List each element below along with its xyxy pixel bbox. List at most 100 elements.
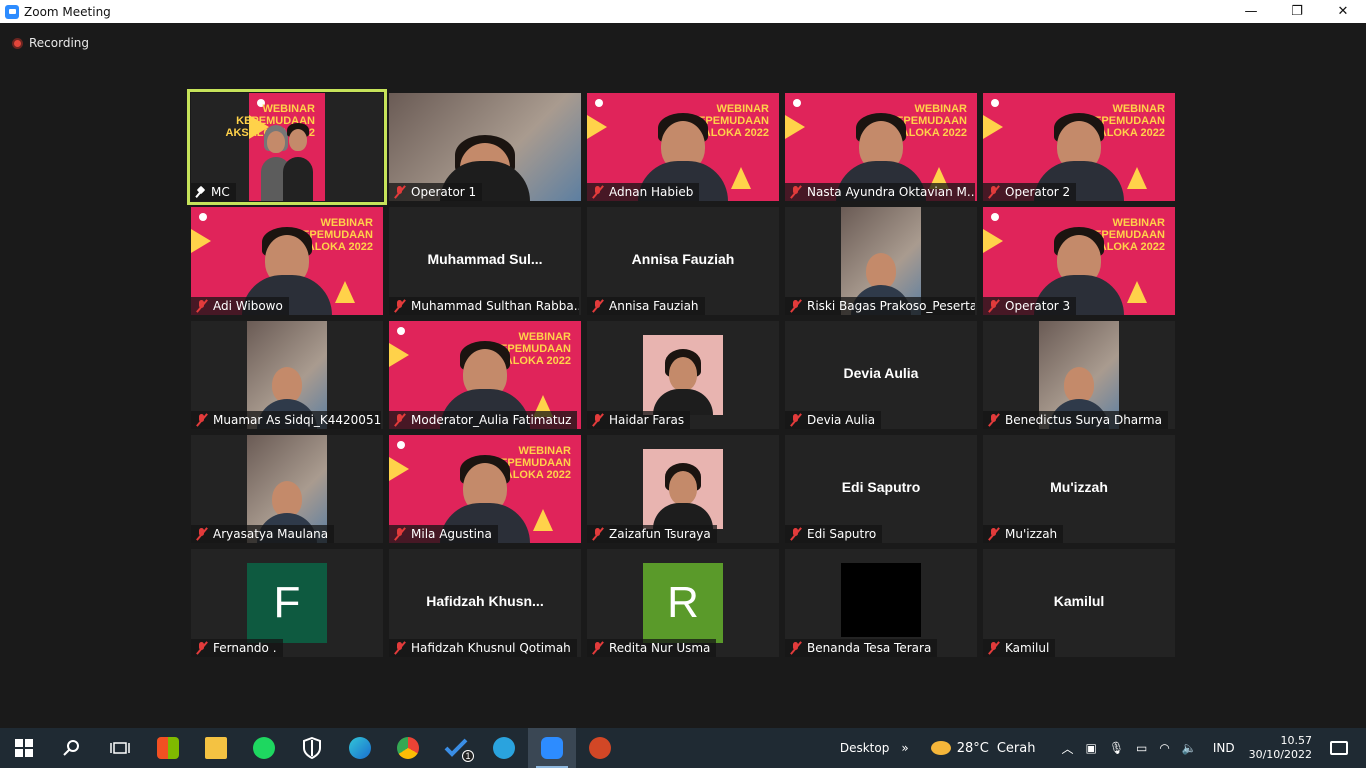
search-button[interactable]	[48, 728, 96, 768]
taskbar-todo[interactable]: 1	[432, 728, 480, 768]
participant-tile[interactable]: Annisa Fauziah Annisa Fauziah	[587, 207, 779, 315]
language-indicator[interactable]: IND	[1213, 741, 1235, 755]
participant-tile[interactable]: Muamar As Sidqi_K4420051	[191, 321, 383, 429]
participant-tile[interactable]: Haidar Faras	[587, 321, 779, 429]
muted-mic-icon	[789, 641, 803, 655]
wifi-icon[interactable]: ◠	[1159, 741, 1169, 755]
taskbar-powerpoint[interactable]	[576, 728, 624, 768]
muted-mic-icon	[393, 413, 407, 427]
profile-photo	[643, 335, 723, 415]
participant-display-name: Hafidzah Khusn...	[426, 593, 544, 609]
taskbar-edge[interactable]	[336, 728, 384, 768]
participant-tile[interactable]: Benedictus Surya Dharma	[983, 321, 1175, 429]
clock[interactable]: 10.57 30/10/2022	[1249, 734, 1312, 762]
participant-name-tag: Nasta Ayundra Oktavian M...	[785, 183, 975, 201]
participant-tile[interactable]: Hafidzah Khusn... Hafidzah Khusnul Qotima…	[389, 549, 581, 657]
participant-tile[interactable]: WEBINAR KEPEMUDAAN AKSALOKA 2022 Nasta Ay…	[785, 93, 977, 201]
muted-mic-icon	[987, 299, 1001, 313]
participant-name: Adnan Habieb	[609, 185, 694, 199]
taskbar-chrome[interactable]	[384, 728, 432, 768]
notification-icon[interactable]	[1330, 741, 1348, 755]
participant-tile[interactable]: Riski Bagas Prakoso_Peserta	[785, 207, 977, 315]
muted-mic-icon	[195, 527, 209, 541]
muted-mic-icon	[591, 641, 605, 655]
participant-name-tag: Benedictus Surya Dharma	[983, 411, 1168, 429]
participant-tile[interactable]: Edi Saputro Edi Saputro	[785, 435, 977, 543]
taskbar-telegram[interactable]	[480, 728, 528, 768]
participant-name: Hafidzah Khusnul Qotimah	[411, 641, 571, 655]
participant-display-name: Muhammad Sul...	[427, 251, 543, 267]
participant-tile[interactable]: Devia Aulia Devia Aulia	[785, 321, 977, 429]
participant-tile[interactable]: WEBINAR KEPEMUDAAN AKSALOKA 2022 Operator…	[983, 93, 1175, 201]
participant-name: Operator 3	[1005, 299, 1071, 313]
microphone-icon[interactable]: 🎙	[1109, 741, 1124, 755]
start-button[interactable]	[0, 728, 48, 768]
telegram-icon	[493, 737, 515, 759]
participant-name-tag: Operator 3	[983, 297, 1077, 315]
taskbar-spotify[interactable]	[240, 728, 288, 768]
weather-widget[interactable]: 28°C Cerah	[930, 740, 1036, 756]
taskbar-security[interactable]	[288, 728, 336, 768]
taskbar-store[interactable]	[144, 728, 192, 768]
task-view-icon	[110, 742, 130, 754]
participant-tile[interactable]: WEBINAR KEPEMUDAAN AKSALOKA 2022 Adnan Ha…	[587, 93, 779, 201]
participant-tile[interactable]: Muhammad Sul... Muhammad Sulthan Rabba...	[389, 207, 581, 315]
participant-name: Mu'izzah	[1005, 527, 1058, 541]
participant-tile[interactable]: Zaizafun Tsuraya	[587, 435, 779, 543]
participant-tile[interactable]: F Fernando .	[191, 549, 383, 657]
participant-tile[interactable]: WEBINAR KEPEMUDAAN AKSALOKA 2022 Mila Agu…	[389, 435, 581, 543]
desktop-toolbar[interactable]: Desktop	[840, 741, 890, 755]
participant-tile[interactable]: WEBINAR KEPEMUDAAN AKSALOKA 2022 Adi Wibo…	[191, 207, 383, 315]
camera-icon[interactable]: ▣	[1085, 741, 1096, 755]
muted-mic-icon	[987, 185, 1001, 199]
participant-name: Muhammad Sulthan Rabba...	[411, 299, 579, 313]
participant-name: Moderator_Aulia Fatimatuz	[411, 413, 572, 427]
participant-name-tag: Moderator_Aulia Fatimatuz	[389, 411, 578, 429]
taskbar-zoom[interactable]	[528, 728, 576, 768]
weather-desc: Cerah	[996, 740, 1036, 756]
maximize-button[interactable]: ❐	[1274, 0, 1320, 23]
participant-tile[interactable]: WEBINAR KEPEMUDAAN AKSALOKA 2022MC	[187, 89, 387, 205]
taskbar-file-explorer[interactable]	[192, 728, 240, 768]
zoom-app-icon	[5, 4, 19, 19]
battery-icon[interactable]: ▭	[1136, 741, 1147, 755]
chevron-right-icon[interactable]: »	[901, 741, 908, 755]
participant-name-tag: Mu'izzah	[983, 525, 1064, 543]
logo-icon	[595, 99, 603, 107]
participant-tile[interactable]: WEBINAR KEPEMUDAAN AKSALOKA 2022 Operator…	[983, 207, 1175, 315]
clock-date: 30/10/2022	[1248, 748, 1312, 761]
muted-mic-icon	[591, 185, 605, 199]
powerpoint-icon	[589, 737, 611, 759]
participant-tile[interactable]: WEBINAR KEPEMUDAAN AKSALOKA 2022 Moderato…	[389, 321, 581, 429]
zoom-icon	[541, 737, 563, 759]
muted-mic-icon	[789, 299, 803, 313]
participant-name: Nasta Ayundra Oktavian M...	[807, 185, 975, 199]
profile-photo	[643, 449, 723, 529]
participant-name: Edi Saputro	[807, 527, 877, 541]
participant-tile[interactable]: R Redita Nur Usma	[587, 549, 779, 657]
logo-icon	[397, 327, 405, 335]
participant-tile[interactable]: Benanda Tesa Terara	[785, 549, 977, 657]
chevron-up-icon[interactable]: ︿	[1061, 740, 1073, 757]
participant-name: Aryasatya Maulana	[213, 527, 329, 541]
muted-mic-icon	[591, 527, 605, 541]
participant-display-name: Mu'izzah	[1050, 479, 1108, 495]
participant-tile[interactable]: Operator 1	[389, 93, 581, 201]
participant-name-tag: Operator 2	[983, 183, 1077, 201]
chrome-icon	[397, 737, 419, 759]
muted-mic-icon	[987, 527, 1001, 541]
task-view-button[interactable]	[96, 728, 144, 768]
participant-name: Fernando .	[213, 641, 277, 655]
close-button[interactable]: ✕	[1320, 0, 1366, 23]
participant-tile[interactable]: Kamilul Kamilul	[983, 549, 1175, 657]
window-title: Zoom Meeting	[24, 4, 111, 19]
participant-name-tag: Operator 1	[389, 183, 483, 201]
volume-icon[interactable]: 🔈	[1182, 741, 1197, 755]
participant-gallery: WEBINAR KEPEMUDAAN AKSALOKA 2022MC Operat…	[187, 89, 1178, 657]
participant-tile[interactable]: Aryasatya Maulana	[191, 435, 383, 543]
store-icon	[157, 737, 179, 759]
participant-display-name: Edi Saputro	[841, 479, 921, 495]
participant-tile[interactable]: Mu'izzah Mu'izzah	[983, 435, 1175, 543]
minimize-button[interactable]: —	[1228, 0, 1274, 23]
recording-indicator[interactable]: Recording	[12, 36, 89, 50]
